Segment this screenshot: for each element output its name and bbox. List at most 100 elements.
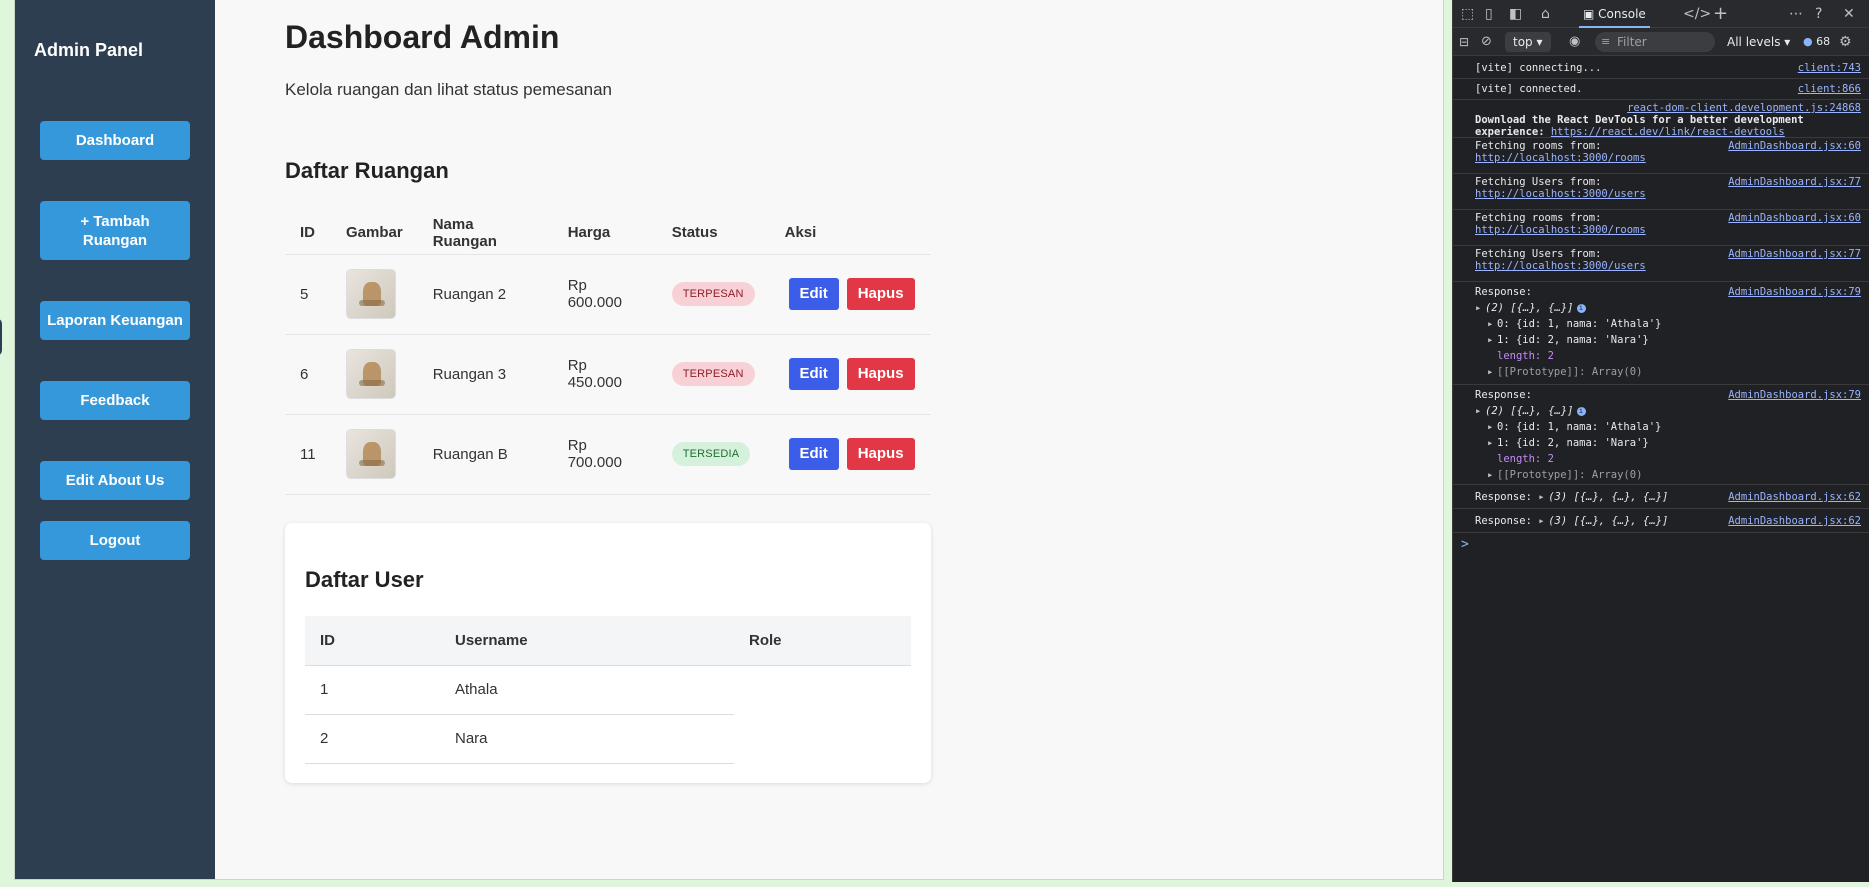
users-table: ID Username Role 1 Athala 2 Nara	[305, 616, 911, 764]
column-header-id: ID	[285, 212, 331, 255]
log-text: [vite] connecting...	[1475, 62, 1602, 74]
sidebar-item-logout[interactable]: Logout	[40, 521, 190, 560]
edit-button[interactable]: Edit	[788, 358, 839, 390]
log-source-link[interactable]: AdminDashboard.jsx:62	[1728, 515, 1861, 527]
log-entry: Fetching rooms from: http://localhost:300…	[1453, 210, 1869, 246]
array-summary[interactable]: (3) [{…}, {…}, {…}]	[1548, 515, 1668, 527]
sidebar-toggle-icon[interactable]: ◧	[1509, 0, 1522, 28]
tree-item[interactable]: ▸ 0: {id: 1, nama: 'Athala'}	[1487, 419, 1861, 435]
home-icon[interactable]: ⌂	[1541, 0, 1550, 28]
tree-item[interactable]: ▸ 0: {id: 1, nama: 'Athala'}	[1487, 316, 1861, 332]
room-image	[346, 349, 396, 399]
sources-icon[interactable]: </>	[1683, 0, 1711, 28]
array-summary[interactable]: (3) [{…}, {…}, {…}]	[1548, 491, 1668, 503]
expand-caret-icon[interactable]: ▸	[1538, 515, 1548, 527]
log-source-link[interactable]: react-dom-client.development.js:24868	[1627, 102, 1861, 114]
table-row: 5 Ruangan 2 Rp 600.000 TERPESAN Edit Hapu…	[285, 254, 931, 335]
log-array-summary[interactable]: ▸ (2) [{…}, {…}] i	[1475, 403, 1861, 419]
log-entry: Fetching rooms from: http://localhost:300…	[1453, 138, 1869, 174]
log-text: Response:	[1475, 491, 1532, 503]
room-price: Rp 700.000	[552, 414, 657, 495]
log-source-link[interactable]: client:866	[1798, 83, 1861, 95]
delete-button[interactable]: Hapus	[846, 278, 915, 310]
tab-console[interactable]: ▣ Console	[1579, 0, 1650, 28]
context-select[interactable]: top ▾	[1505, 32, 1551, 52]
sidebar-brand: Admin Panel	[34, 40, 144, 60]
more-options-icon[interactable]: ⋯	[1789, 0, 1803, 28]
log-source-link[interactable]: AdminDashboard.jsx:79	[1728, 284, 1861, 300]
sidebar-show-icon[interactable]: ⊟	[1459, 28, 1469, 56]
column-header-status: Status	[656, 212, 770, 255]
expand-caret-icon[interactable]: ▸	[1538, 491, 1548, 503]
column-header-nama-ruangan: Nama Ruangan	[417, 212, 553, 255]
info-icon: i	[1576, 406, 1586, 416]
edit-button[interactable]: Edit	[788, 278, 839, 310]
info-icon: i	[1576, 303, 1586, 313]
log-source-link[interactable]: client:743	[1798, 62, 1861, 74]
close-icon[interactable]: ✕	[1843, 0, 1855, 28]
edit-button[interactable]: Edit	[788, 438, 839, 470]
delete-button[interactable]: Hapus	[846, 358, 915, 390]
inspect-icon[interactable]: ⬚	[1461, 0, 1474, 28]
log-url-link[interactable]: http://localhost:3000/users	[1475, 188, 1646, 200]
sidebar-item-feedback[interactable]: Feedback	[40, 381, 190, 420]
tab-console-label: Console	[1598, 7, 1646, 21]
log-levels-select[interactable]: All levels ▾	[1727, 28, 1790, 56]
sidebar-item-edit-about-us[interactable]: Edit About Us	[40, 461, 190, 500]
log-source-link[interactable]: AdminDashboard.jsx:62	[1728, 491, 1861, 503]
status-badge: TERSEDIA	[671, 442, 751, 466]
console-output: [vite] connecting... client:743 [vite] co…	[1453, 58, 1869, 556]
user-role	[734, 714, 911, 763]
tree-item-text: 1: {id: 2, nama: 'Nara'}	[1497, 334, 1649, 346]
expand-caret-icon: ▸	[1475, 405, 1482, 417]
tree-item-text: 1: {id: 2, nama: 'Nara'}	[1497, 437, 1649, 449]
room-image	[346, 429, 396, 479]
filter-input[interactable]: Filter	[1595, 32, 1715, 52]
add-tab-icon[interactable]: +	[1713, 0, 1728, 28]
expand-caret-icon: ▸	[1487, 421, 1494, 433]
log-source-link[interactable]: AdminDashboard.jsx:77	[1728, 248, 1861, 260]
expand-caret-icon: ▸	[1487, 437, 1494, 449]
tree-item: length: 2	[1487, 451, 1861, 467]
devtools-toolbar: ⬚ ▯ ◧ ⌂ ▣ Console </> + ⋯ ? ✕	[1453, 0, 1869, 28]
user-id: 2	[305, 714, 440, 764]
sidebar-item-laporan-keuangan[interactable]: Laporan Keuangan	[40, 301, 190, 340]
issues-count[interactable]: ● 68	[1803, 28, 1830, 56]
room-id: 11	[285, 414, 331, 495]
console-prompt[interactable]: >	[1453, 533, 1869, 556]
log-source-link[interactable]: AdminDashboard.jsx:79	[1728, 387, 1861, 403]
room-image	[346, 269, 396, 319]
expand-caret-icon: ▸	[1487, 334, 1494, 346]
array-tree: ▸ 0: {id: 1, nama: 'Athala'} ▸ 1: {id: 2, …	[1475, 419, 1861, 483]
log-source-link[interactable]: AdminDashboard.jsx:60	[1728, 140, 1861, 152]
table-row: 1 Athala	[305, 665, 911, 715]
log-source-link[interactable]: AdminDashboard.jsx:77	[1728, 176, 1861, 188]
sidebar-item-dashboard[interactable]: Dashboard	[40, 121, 190, 160]
tree-item-text: length: 2	[1497, 453, 1554, 465]
log-array-summary[interactable]: ▸ (2) [{…}, {…}] i	[1475, 300, 1861, 316]
log-url-link[interactable]: http://localhost:3000/rooms	[1475, 224, 1646, 236]
tree-item[interactable]: ▸ 1: {id: 2, nama: 'Nara'}	[1487, 332, 1861, 348]
user-username: Nara	[440, 714, 734, 764]
side-tab-handle[interactable]	[0, 318, 2, 356]
tree-item[interactable]: ▸ [[Prototype]]: Array(0)	[1487, 364, 1861, 380]
log-entry: Fetching Users from: http://localhost:300…	[1453, 246, 1869, 282]
log-url-link[interactable]: http://localhost:3000/users	[1475, 260, 1646, 272]
sidebar-item-tambah-ruangan[interactable]: + Tambah Ruangan	[40, 201, 190, 260]
user-username: Athala	[440, 665, 734, 715]
tree-item[interactable]: ▸ [[Prototype]]: Array(0)	[1487, 467, 1861, 483]
log-url-link[interactable]: https://react.dev/link/react-devtools	[1551, 126, 1785, 138]
tree-item-text: 0: {id: 1, nama: 'Athala'}	[1497, 421, 1662, 433]
log-url-link[interactable]: http://localhost:3000/rooms	[1475, 152, 1646, 164]
log-source-link[interactable]: AdminDashboard.jsx:60	[1728, 212, 1861, 224]
page-title: Dashboard Admin	[285, 19, 560, 55]
tree-item[interactable]: ▸ 1: {id: 2, nama: 'Nara'}	[1487, 435, 1861, 451]
rooms-table-header: ID Gambar Nama Ruangan Harga Status Aksi	[285, 212, 931, 255]
help-icon[interactable]: ?	[1815, 0, 1822, 28]
delete-button[interactable]: Hapus	[846, 438, 915, 470]
log-entry: Response: ▸ (3) [{…}, {…}, {…}] AdminDashb…	[1453, 509, 1869, 533]
device-toolbar-icon[interactable]: ▯	[1485, 0, 1493, 28]
clear-console-icon[interactable]: ⊘	[1481, 28, 1492, 56]
settings-gear-icon[interactable]: ⚙	[1839, 28, 1852, 56]
eye-icon[interactable]: ◉	[1569, 28, 1580, 56]
